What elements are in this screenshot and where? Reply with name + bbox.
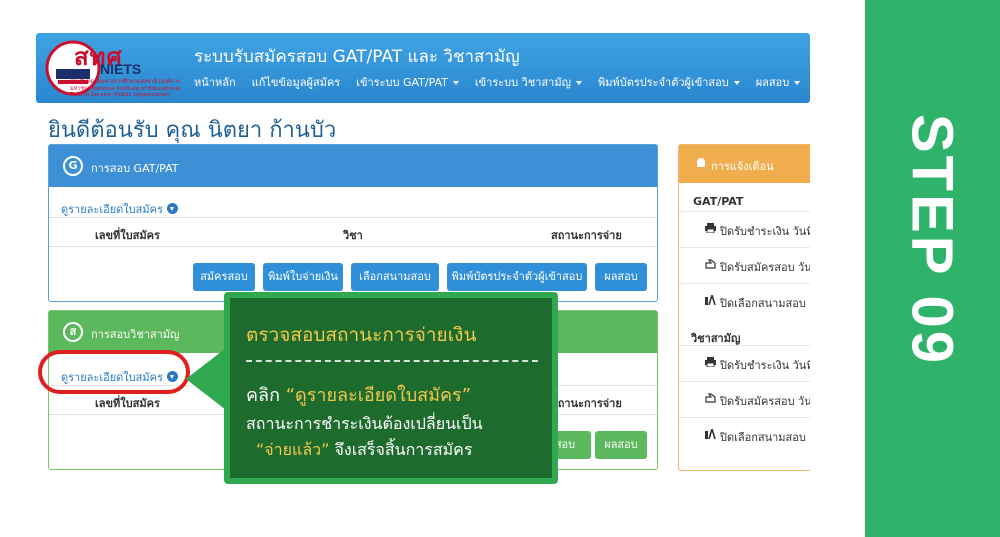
subject-panel-title: การสอบวิชาสามัญ (91, 328, 180, 341)
printer-icon (705, 357, 716, 367)
nav-results[interactable]: ผลสอบ (756, 73, 801, 91)
venue-icon (705, 429, 716, 439)
notif-item: ปิดรับสมัครสอบ วันที่ (679, 247, 810, 283)
bell-icon (697, 158, 705, 167)
callout-click-word: คลิก (246, 385, 280, 406)
download-circle-icon (166, 203, 178, 214)
subject-circle-icon: ส (63, 322, 83, 342)
nav-subject-label: เข้าระบบ วิชาสามัญ (474, 76, 571, 89)
printer-icon (705, 223, 716, 233)
gat-circle-icon: G (63, 156, 83, 176)
hand-point-icon (705, 259, 716, 269)
notif-item: ปิดเลือกสนามสอบ : (679, 417, 810, 453)
callout-line-3: “จ่ายแล้ว” จึงเสร็จสิ้นการสมัคร (256, 438, 472, 463)
col-application-no: เลขที่ใบสมัคร (95, 397, 160, 410)
gat-pat-panel: G การสอบ GAT/PAT ดูรายละเอียดใบสมัคร เลข… (48, 144, 658, 302)
notif-item: ปิดรับชำระเงิน วันที่ (679, 211, 810, 247)
step-label: STEP 09 (899, 113, 965, 367)
notif-section-gat: GAT/PAT (693, 195, 744, 208)
col-application-no: เลขที่ใบสมัคร (95, 229, 160, 242)
nav-edit-profile[interactable]: แก้ไขข้อมูลผู้สมัคร (252, 73, 341, 91)
apply-button[interactable]: สมัครสอบ (193, 263, 255, 291)
step-sidebar: STEP 09 (865, 0, 1000, 537)
nav-subject[interactable]: เข้าระบบ วิชาสามัญ (475, 73, 582, 91)
notif-item: ปิดรับชำระเงิน วันที่ : (679, 345, 810, 381)
logo-caption: สถาบันทดสอบทางการศึกษาแห่งชาติ (องค์การม… (70, 79, 181, 99)
gat-table-header: เลขที่ใบสมัคร วิชา สถานะการจ่าย (49, 217, 657, 247)
site-header: สทศ NIETS สถาบันทดสอบทางการศึกษาแห่งชาติ… (36, 33, 810, 103)
callout-paid-quote: “จ่ายแล้ว” (256, 440, 330, 459)
nav-gat-pat-label: เข้าระบบ GAT/PAT (356, 76, 448, 89)
caret-down-icon (794, 81, 801, 85)
gat-pat-panel-header: G การสอบ GAT/PAT (49, 145, 657, 187)
nav-print-card-label: พิมพ์บัตรประจำตัวผู้เข้าสอบ (597, 76, 729, 89)
instruction-callout: ตรวจสอบสถานะการจ่ายเงิน คลิก “ดูรายละเอี… (224, 292, 558, 484)
logo-sub: NIETS (100, 61, 142, 77)
notification-panel: การแจ้งเตือน GAT/PAT ปิดรับชำระเงิน วันท… (678, 144, 810, 471)
hand-point-icon (705, 393, 716, 403)
callout-divider (246, 360, 538, 362)
gat-detail-link[interactable]: ดูรายละเอียดใบสมัคร (61, 200, 178, 218)
nav-edit-profile-label: แก้ไขข้อมูลผู้สมัคร (251, 76, 341, 89)
notif-item: ปิดเลือกสนามสอบ : (679, 283, 810, 319)
nav-home[interactable]: หน้าหลัก (194, 73, 236, 91)
gat-panel-title: การสอบ GAT/PAT (91, 162, 179, 175)
notif-text: ปิดรับสมัครสอบ วันที่ (720, 395, 810, 408)
subject-results-button[interactable]: ผลสอบ (595, 431, 647, 459)
site-title: ระบบรับสมัครสอบ GAT/PAT และ วิชาสามัญ (194, 47, 520, 67)
notif-text: ปิดรับสมัครสอบ วันที่ (720, 261, 810, 274)
notification-title: การแจ้งเตือน (711, 160, 774, 173)
venue-icon (705, 295, 716, 305)
gat-results-button[interactable]: ผลสอบ (595, 263, 647, 291)
gat-detail-link-label: ดูรายละเอียดใบสมัคร (61, 203, 163, 216)
print-exam-card-button[interactable]: พิมพ์บัตรประจำตัวผู้เข้าสอบ (447, 263, 587, 291)
callout-line-2: สถานะการชำระเงินต้องเปลี่ยนเป็น (246, 414, 483, 433)
callout-line-1: คลิก “ดูรายละเอียดใบสมัคร” (246, 380, 471, 409)
caret-down-icon (452, 81, 459, 85)
nav-results-label: ผลสอบ (755, 76, 790, 89)
niets-logo[interactable]: สทศ NIETS สถาบันทดสอบทางการศึกษาแห่งชาติ… (44, 37, 190, 99)
caret-down-icon (733, 81, 740, 85)
col-subject: วิชา (343, 229, 363, 242)
callout-title: ตรวจสอบสถานะการจ่ายเงิน (246, 324, 477, 346)
nav-print-card[interactable]: พิมพ์บัตรประจำตัวผู้เข้าสอบ (598, 73, 740, 91)
col-payment-status: สถานะการจ่าย (551, 229, 622, 242)
notif-text: ปิดรับชำระเงิน วันที่ : (720, 359, 810, 372)
notif-text: ปิดรับชำระเงิน วันที่ (720, 225, 810, 238)
nav-gat-pat[interactable]: เข้าระบบ GAT/PAT (356, 73, 459, 91)
welcome-heading: ยินดีต้อนรับ คุณ นิตยา ก้านบัว (48, 118, 337, 143)
caret-down-icon (575, 81, 582, 85)
highlight-ring (38, 350, 190, 394)
choose-venue-button[interactable]: เลือกสนามสอบ (351, 263, 439, 291)
notif-item: ปิดรับสมัครสอบ วันที่ (679, 381, 810, 417)
notification-header: การแจ้งเตือน (679, 145, 810, 183)
notif-text: ปิดเลือกสนามสอบ : (720, 297, 810, 310)
main-nav: หน้าหลัก แก้ไขข้อมูลผู้สมัคร เข้าระบบ GA… (194, 73, 816, 91)
col-payment-status: สถานะการจ่าย (551, 397, 622, 410)
tutorial-stage: สทศ NIETS สถาบันทดสอบทางการศึกษาแห่งชาติ… (0, 0, 1000, 537)
print-payment-button[interactable]: พิมพ์ใบจ่ายเงิน (263, 263, 343, 291)
notif-text: ปิดเลือกสนามสอบ : (720, 431, 810, 444)
nav-home-label: หน้าหลัก (194, 76, 236, 89)
callout-finish-text: จึงเสร็จสิ้นการสมัคร (329, 440, 473, 459)
callout-link-quote: “ดูรายละเอียดใบสมัคร” (285, 385, 472, 406)
